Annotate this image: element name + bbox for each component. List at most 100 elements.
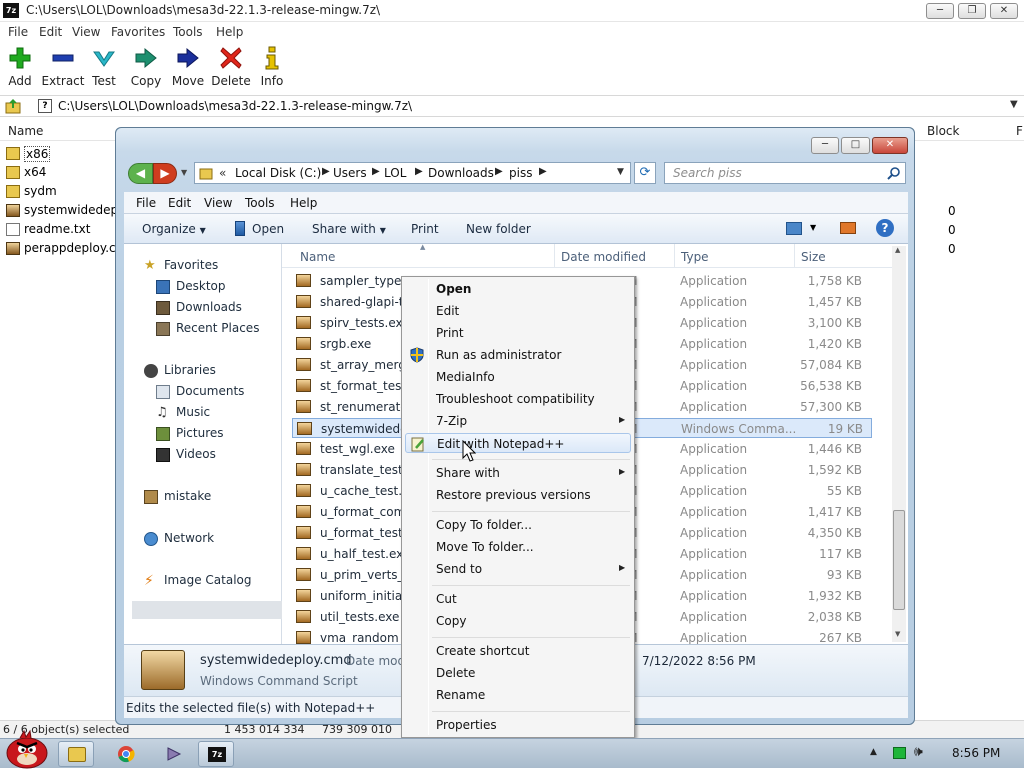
menu-item-7-zip[interactable]: 7-Zip ▶ [405,411,631,431]
vertical-scrollbar[interactable]: ▲ ▼ [892,246,906,642]
taskbar-7zip-button[interactable]: 7z [198,741,234,767]
menu-favorites[interactable]: Favorites [111,25,165,39]
chevron-right-icon[interactable]: ▶ [322,166,330,177]
menu-help[interactable]: Help [290,196,317,210]
folder-up-icon[interactable] [5,98,21,114]
menu-file[interactable]: File [8,25,28,39]
menu-item-copy-to-folder[interactable]: Copy To folder... [405,515,631,535]
menu-help[interactable]: Help [216,25,243,39]
tray-expand-icon[interactable]: ▲ [870,747,877,757]
menu-item-cut[interactable]: Cut [405,589,631,609]
column-extra[interactable]: F [1016,124,1023,138]
list-item[interactable]: x64 [6,163,126,182]
organize-button[interactable]: Organize ▼ [142,222,206,236]
change-view-icon[interactable] [786,222,802,235]
delete-button[interactable]: Delete [208,46,254,88]
column-size[interactable]: Size [801,250,826,264]
scroll-up-icon[interactable]: ▲ [895,246,900,254]
menu-item-troubleshoot-compatibility[interactable]: Troubleshoot compatibility [405,389,631,409]
new-folder-button[interactable]: New folder [466,222,531,236]
breadcrumb-lol[interactable]: LOL [384,166,406,180]
scroll-down-icon[interactable]: ▼ [895,630,900,638]
menu-item-create-shortcut[interactable]: Create shortcut [405,641,631,661]
breadcrumb-users[interactable]: Users [333,166,367,180]
minimize-button[interactable]: ─ [926,3,954,19]
recent-pages-chevron-icon[interactable]: ▼ [181,168,187,177]
menu-item-print[interactable]: Print [405,323,631,343]
forward-button[interactable]: ▶ [153,163,177,184]
chevron-down-icon[interactable]: ▼ [1010,99,1018,110]
menu-item-rename[interactable]: Rename [405,685,631,705]
menu-item-open[interactable]: Open [405,279,631,299]
column-divider[interactable] [794,244,795,268]
list-item[interactable]: readme.txt [6,220,126,239]
scrollbar-thumb[interactable] [893,510,905,610]
column-type[interactable]: Type [681,250,709,264]
menu-item-edit-with-notepad[interactable]: Edit with Notepad++ [405,433,631,453]
breadcrumb-downloads[interactable]: Downloads [428,166,494,180]
menu-view[interactable]: View [204,196,232,210]
menu-item-mediainfo[interactable]: MediaInfo [405,367,631,387]
menu-edit[interactable]: Edit [168,196,191,210]
clock[interactable]: 8:56 PM [952,746,1000,760]
refresh-button[interactable]: ⟳ [634,162,656,184]
minimize-button[interactable]: ─ [811,137,839,154]
taskbar-chrome-button[interactable] [108,741,144,767]
test-button[interactable]: Test [81,46,127,88]
column-divider[interactable] [674,244,675,268]
menu-file[interactable]: File [136,196,156,210]
list-item[interactable]: systemwidedeploy [6,201,126,220]
back-button[interactable]: ◀ [128,163,153,184]
chevron-right-icon[interactable]: ▶ [539,166,547,177]
column-name[interactable]: Name [300,250,335,264]
taskbar-app-button[interactable] [156,741,192,767]
volume-icon[interactable]: 🕪 [914,744,923,760]
column-block[interactable]: Block [927,124,959,138]
column-name[interactable]: Name [8,124,43,138]
menu-tools[interactable]: Tools [173,25,203,39]
menu-item-copy[interactable]: Copy [405,611,631,631]
menu-edit[interactable]: Edit [39,25,62,39]
maximize-button[interactable]: ❐ [958,3,986,19]
maximize-button[interactable]: □ [841,137,870,154]
close-button[interactable]: ✕ [872,137,908,154]
add-button[interactable]: Add [0,46,43,88]
menu-item-delete[interactable]: Delete [405,663,631,683]
extract-button[interactable]: Extract [40,46,86,88]
breadcrumb-local-disk[interactable]: Local Disk (C:) [235,166,321,180]
share-with-button[interactable]: Share with ▼ [312,222,386,236]
column-divider[interactable] [554,244,555,268]
copy-button[interactable]: Copy [123,46,169,88]
menu-item-share-with[interactable]: Share with ▶ [405,463,631,483]
tray-app-icon[interactable] [893,747,906,759]
address-bar[interactable]: « Local Disk (C:) ▶ Users ▶ LOL ▶ Downlo… [194,162,631,184]
chevron-right-icon[interactable]: ▶ [495,166,503,177]
double-chevron-icon[interactable]: « [219,166,226,180]
menu-item-properties[interactable]: Properties [405,715,631,735]
help-icon[interactable]: ? [876,219,894,237]
chevron-down-icon[interactable]: ▼ [617,167,624,177]
preview-pane-icon[interactable] [840,222,856,234]
chevron-down-icon[interactable]: ▼ [810,223,816,232]
menu-tools[interactable]: Tools [245,196,275,210]
breadcrumb-piss[interactable]: piss [509,166,532,180]
print-button[interactable]: Print [411,222,439,236]
chevron-right-icon[interactable]: ▶ [415,166,423,177]
list-item[interactable]: sydm [6,182,126,201]
column-date-modified[interactable]: Date modified [561,250,646,264]
open-button[interactable]: Open [252,222,284,236]
angry-bird-start-icon[interactable] [2,729,52,769]
close-button[interactable]: ✕ [990,3,1018,19]
path-input[interactable]: C:\Users\LOL\Downloads\mesa3d-22.1.3-rel… [58,99,412,113]
search-icon[interactable] [887,166,901,180]
menu-view[interactable]: View [72,25,100,39]
menu-item-send-to[interactable]: Send to ▶ [405,559,631,579]
info-button[interactable]: Info [249,46,295,88]
menu-item-run-as-administrator[interactable]: Run as administrator [405,345,631,365]
list-item[interactable]: perappdeploy.cmd [6,239,126,258]
menu-item-restore-previous-versions[interactable]: Restore previous versions [405,485,631,505]
move-button[interactable]: Move [165,46,211,88]
menu-item-edit[interactable]: Edit [405,301,631,321]
list-item[interactable]: x86 [6,144,126,163]
menu-item-move-to-folder[interactable]: Move To folder... [405,537,631,557]
